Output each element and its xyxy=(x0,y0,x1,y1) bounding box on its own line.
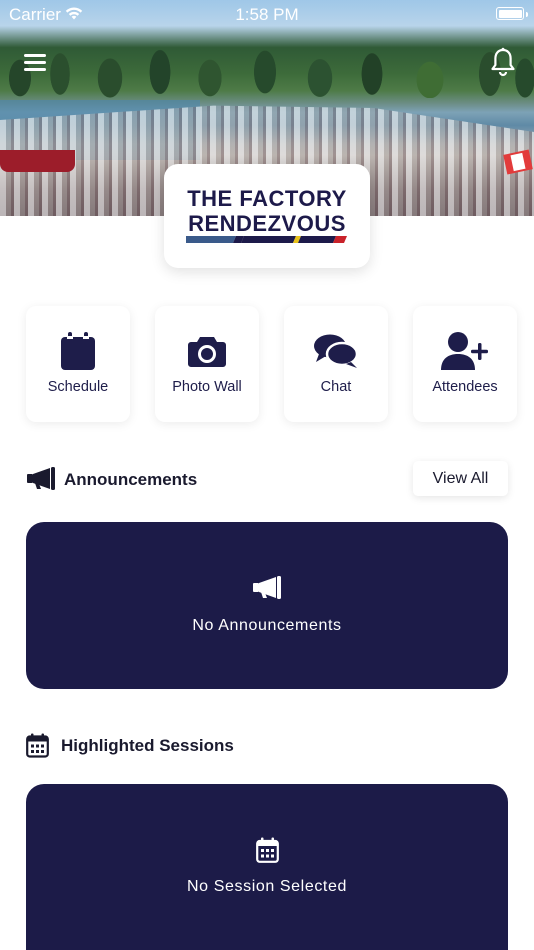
calendar-grid-icon xyxy=(26,733,49,758)
megaphone-icon xyxy=(253,576,281,599)
calendar-icon xyxy=(61,332,95,370)
no-session-text: No Session Selected xyxy=(187,878,347,895)
logo-title-line1: THE FACTORY xyxy=(187,186,347,211)
add-user-icon xyxy=(441,332,488,370)
attendees-label: Attendees xyxy=(432,379,498,395)
attendees-tile[interactable]: Attendees xyxy=(413,306,517,422)
schedule-label: Schedule xyxy=(47,379,109,395)
logo-stripe xyxy=(186,236,347,243)
no-announcements-text: No Announcements xyxy=(192,617,342,634)
megaphone-icon xyxy=(27,467,55,490)
hero-boat xyxy=(0,150,75,172)
sessions-title: Highlighted Sessions xyxy=(61,736,234,755)
announcements-card: No Announcements xyxy=(26,522,508,689)
schedule-tile[interactable]: Schedule xyxy=(26,306,130,422)
chat-bubbles-icon xyxy=(314,334,359,368)
event-logo-card: THE FACTORY RENDEZVOUS xyxy=(164,164,370,268)
bell-icon[interactable] xyxy=(488,46,518,78)
sessions-card: No Session Selected xyxy=(26,784,508,950)
view-all-button[interactable]: View All xyxy=(413,461,508,496)
announcements-title: Announcements xyxy=(64,470,198,489)
chat-label: Chat xyxy=(320,379,352,395)
hero-forest xyxy=(0,28,534,98)
status-bar: Carrier 1:58 PM xyxy=(0,0,534,28)
photo-wall-label: Photo Wall xyxy=(172,379,242,395)
camera-icon xyxy=(188,337,226,367)
logo-title-line2: RENDEZVOUS xyxy=(188,211,346,236)
menu-button[interactable] xyxy=(22,50,50,74)
battery-icon xyxy=(496,7,528,20)
chat-tile[interactable]: Chat xyxy=(284,306,388,422)
calendar-grid-icon xyxy=(255,837,279,863)
clock: 1:58 PM xyxy=(235,5,299,24)
sessions-header: Highlighted Sessions xyxy=(26,728,506,764)
photo-wall-tile[interactable]: Photo Wall xyxy=(155,306,259,422)
